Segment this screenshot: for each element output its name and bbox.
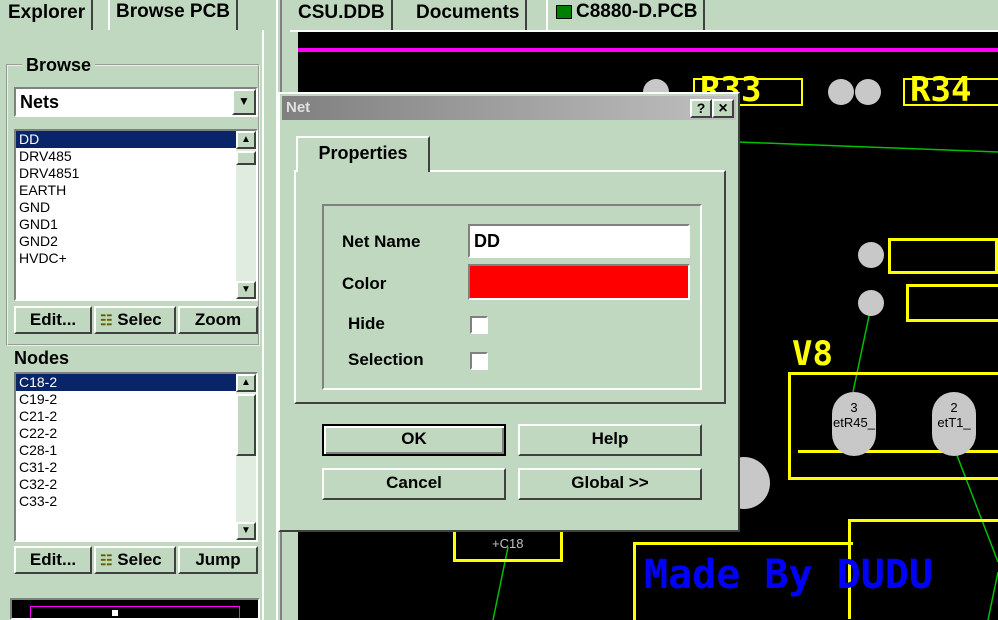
help-button[interactable]: Help [518,424,702,456]
c18-label: +C18 [492,536,524,551]
scroll-thumb[interactable] [236,151,256,165]
list-item[interactable]: C32-2 [16,476,256,493]
watermark-text: Made By DUDU [644,552,933,598]
list-item[interactable]: DRV4851 [16,165,256,182]
color-swatch[interactable] [468,264,690,300]
selection-label: Selection [348,350,424,369]
hide-label: Hide [348,314,385,333]
nodes-list[interactable]: C18-2 C19-2 C21-2 C22-2 C28-1 C31-2 C32-… [14,372,258,542]
list-item[interactable]: GND1 [16,216,256,233]
list-item[interactable]: DRV485 [16,148,256,165]
nets-select-button[interactable]: ☷ Selec [94,306,176,334]
pad: 2 etT1_ [932,392,976,456]
list-item[interactable]: C18-2 [16,374,256,391]
v8-label: V8 [792,334,833,374]
nets-scrollbar[interactable]: ▲ ▼ [236,131,256,299]
scroll-thumb[interactable] [236,394,256,456]
pad-number: 3 [850,400,858,415]
scroll-up-icon[interactable]: ▲ [236,374,256,392]
pad-net: etT1_ [937,415,971,430]
list-item[interactable]: GND [16,199,256,216]
mini-viewer-board [30,606,240,618]
net-name-field[interactable]: DD [468,224,690,258]
scroll-down-icon[interactable]: ▼ [236,522,256,540]
dialog-titlebar[interactable]: Net ? × [282,96,736,120]
close-icon[interactable]: × [712,99,734,118]
pad: 3 etR45_ [832,392,876,456]
net-name-label: Net Name [342,232,421,251]
nodes-scrollbar[interactable]: ▲ ▼ [236,374,256,540]
list-item[interactable]: DD [16,131,256,148]
list-item[interactable]: HVDC+ [16,250,256,267]
list-item[interactable]: EARTH [16,182,256,199]
left-panel-border [262,30,264,620]
nodes-edit-button[interactable]: Edit... [14,546,92,574]
help-icon[interactable]: ? [690,99,712,118]
r34-pad-b [855,79,881,105]
select-icon: ☷ [100,312,113,328]
net-name-value: DD [474,231,500,251]
nodes-jump-button[interactable]: Jump [178,546,258,574]
color-label: Color [342,274,387,293]
list-item[interactable]: C33-2 [16,493,256,510]
nodes-select-button[interactable]: ☷ Selec [94,546,176,574]
doc-tab-ddb[interactable]: CSU.DDB [292,0,393,30]
nodes-label: Nodes [14,348,70,368]
tab-properties[interactable]: Properties [296,136,430,172]
nets-select-label: Selec [117,310,162,329]
select-icon: ☷ [100,552,113,568]
mini-viewer-marker [112,610,118,616]
global-button[interactable]: Global >> [518,468,702,500]
doc-tab-pcb-label: C8880-D.PCB [576,1,698,22]
ok-button[interactable]: OK [322,424,506,456]
browse-type-select[interactable]: Nets ▼ [14,87,258,117]
list-item[interactable]: C19-2 [16,391,256,408]
dialog-title: Net [286,99,311,116]
nets-zoom-button[interactable]: Zoom [178,306,258,334]
pcb-file-icon [556,4,572,19]
browse-group-label: Browse [22,55,96,76]
doc-tab-documents[interactable]: Documents [410,0,528,30]
hide-checkbox[interactable] [470,316,488,334]
r34-pad-a [828,79,854,105]
resistor-body [906,284,998,322]
scroll-down-icon[interactable]: ▼ [236,281,256,299]
nodes-select-label: Selec [117,550,162,569]
pad-net: etR45_ [833,415,875,430]
selection-checkbox[interactable] [470,352,488,370]
nets-edit-button[interactable]: Edit... [14,306,92,334]
list-item[interactable]: C22-2 [16,425,256,442]
pad [858,242,884,268]
mini-viewer[interactable] [10,598,260,620]
resistor-body [888,238,998,274]
list-item[interactable]: GND2 [16,233,256,250]
list-item[interactable]: C31-2 [16,459,256,476]
nets-list[interactable]: DD DRV485 DRV4851 EARTH GND GND1 GND2 HV… [14,129,258,301]
r34-label: R34 [910,70,972,110]
cancel-button[interactable]: Cancel [322,468,506,500]
pad-number: 2 [950,400,958,415]
net-dialog[interactable]: Net ? × Properties Net Name DD Color Hid… [278,92,740,532]
list-item[interactable]: C21-2 [16,408,256,425]
pad [858,290,884,316]
doc-tab-pcb[interactable]: C8880-D.PCB [546,0,706,30]
left-tab-explorer[interactable]: Explorer [2,0,94,30]
scroll-up-icon[interactable]: ▲ [236,131,256,149]
left-tab-browse-pcb[interactable]: Browse PCB [108,0,239,30]
browse-type-value: Nets [20,92,60,112]
list-item[interactable]: C28-1 [16,442,256,459]
chevron-down-icon[interactable]: ▼ [232,89,256,115]
